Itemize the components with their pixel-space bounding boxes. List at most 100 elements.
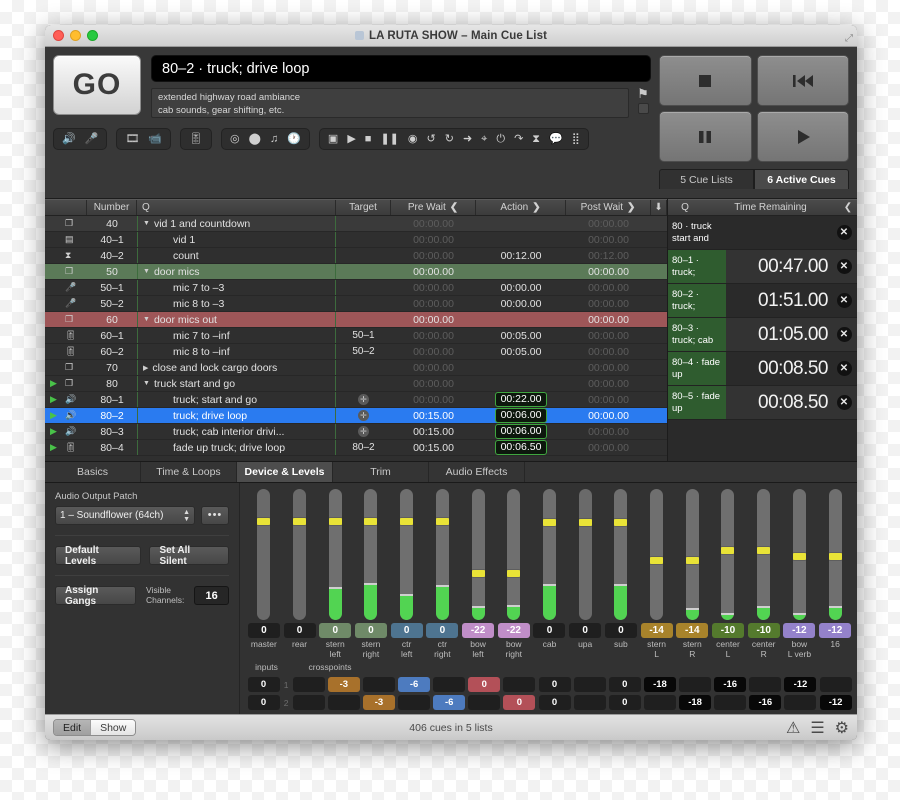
cue-action[interactable]: 00:06.50 xyxy=(476,440,566,455)
stop-cue-icon[interactable]: ✕ xyxy=(837,293,852,308)
fader-track[interactable] xyxy=(721,489,734,620)
cue-post-wait[interactable]: 00:00.00 xyxy=(566,360,651,375)
previous-button[interactable] xyxy=(757,55,850,106)
cue-target[interactable]: ✛ xyxy=(336,392,391,407)
camera-icon[interactable]: 📹 xyxy=(148,134,162,145)
fader-handle[interactable] xyxy=(436,518,449,525)
cue-post-wait[interactable]: 00:00.00 xyxy=(566,440,651,455)
cue-action[interactable]: 00:22.00 xyxy=(476,392,566,407)
cue-row-50[interactable]: ❐50▼door mics00:00.0000:00.00 xyxy=(45,264,667,280)
cue-action[interactable] xyxy=(476,312,566,327)
crosspoint-cell[interactable] xyxy=(502,677,537,692)
fader-level-value[interactable]: 0 xyxy=(319,623,351,638)
fader-level-value[interactable]: 0 xyxy=(391,623,423,638)
cue-post-wait[interactable]: 00:00.00 xyxy=(566,344,651,359)
cue-target[interactable]: 50–1 xyxy=(336,328,391,343)
cue-row-60-1[interactable]: 🎚60–1mic 7 to –inf50–100:00.0000:05.0000… xyxy=(45,328,667,344)
clock-icon[interactable]: 🕐 xyxy=(287,134,301,145)
cue-post-wait[interactable]: 00:00.00 xyxy=(566,376,651,391)
cue-row-80-3[interactable]: ▶🔊80–3truck; cab interior drivi...✛00:15… xyxy=(45,424,667,440)
fader-level-value[interactable]: -12 xyxy=(819,623,851,638)
speaker-icon[interactable]: 🔊 xyxy=(62,134,76,145)
resize-grip-icon[interactable]: ⤢ xyxy=(845,33,853,44)
cue-target[interactable] xyxy=(336,312,391,327)
fader-handle[interactable] xyxy=(507,570,520,577)
fader-handle[interactable] xyxy=(543,519,556,526)
col-header-icon[interactable] xyxy=(45,200,87,215)
cue-row-60[interactable]: ❐60▼door mics out00:00.0000:00.00 xyxy=(45,312,667,328)
stop-cue-icon[interactable]: ✕ xyxy=(837,395,852,410)
crosspoint-cell[interactable]: 0 xyxy=(246,677,281,692)
cue-target[interactable]: 50–2 xyxy=(336,344,391,359)
cue-target[interactable] xyxy=(336,280,391,295)
fader-level-value[interactable]: -14 xyxy=(676,623,708,638)
crosspoint-cell[interactable] xyxy=(818,677,853,692)
tab-time-loops[interactable]: Time & Loops xyxy=(141,462,237,482)
cue-row-80-2[interactable]: ▶🔊80–2truck; drive loop✛00:15.0000:06.00… xyxy=(45,408,667,424)
fader-level-value[interactable]: -22 xyxy=(498,623,530,638)
music-icon[interactable]: ♫ xyxy=(270,134,278,145)
crosspoint-cell[interactable] xyxy=(432,677,467,692)
crosspoint-cell[interactable]: -18 xyxy=(642,677,677,692)
fader-level-value[interactable]: -10 xyxy=(712,623,744,638)
active-cue-row[interactable]: 80–2 · truck;01:51.00✕ xyxy=(668,284,857,318)
cue-row-60-2[interactable]: 🎚60–2mic 8 to –inf50–200:00.0000:05.0000… xyxy=(45,344,667,360)
stop-cue-icon[interactable]: ✕ xyxy=(837,361,852,376)
cue-post-wait[interactable]: 00:00.00 xyxy=(566,216,651,231)
cue-target[interactable] xyxy=(336,376,391,391)
cue-name[interactable]: fade up truck; drive loop xyxy=(137,440,336,455)
crosspoint-cell[interactable]: -3 xyxy=(326,677,361,692)
cue-action[interactable]: 00:00.00 xyxy=(476,296,566,311)
fader-track[interactable] xyxy=(400,489,413,620)
cue-target[interactable] xyxy=(336,264,391,279)
cue-post-wait[interactable]: 00:00.00 xyxy=(566,408,651,423)
cue-name[interactable]: ▼truck start and go xyxy=(137,376,336,391)
crosspoint-cell[interactable]: -18 xyxy=(678,695,713,710)
chevron-down-icon[interactable]: ▼ xyxy=(143,380,150,387)
tab-trim[interactable]: Trim xyxy=(333,462,429,482)
tab-basics[interactable]: Basics xyxy=(45,462,141,482)
cue-row-40-2[interactable]: ⧗40–2count00:00.0000:12.0000:12.00 xyxy=(45,248,667,264)
col-header-pre-wait[interactable]: Pre Wait❮ xyxy=(391,200,476,215)
col-header-target[interactable]: Target xyxy=(336,200,391,215)
crosspoint-cell[interactable] xyxy=(467,695,502,710)
cue-name[interactable]: ▼vid 1 and countdown xyxy=(137,216,336,231)
fader-handle[interactable] xyxy=(400,518,413,525)
cue-pre-wait[interactable]: 00:00.00 xyxy=(391,344,476,359)
play-button[interactable] xyxy=(757,111,850,162)
cue-name[interactable]: mic 8 to –inf xyxy=(137,344,336,359)
chevron-down-icon[interactable]: ▼ xyxy=(143,316,150,323)
fader-handle[interactable] xyxy=(793,553,806,560)
fader-track[interactable] xyxy=(579,489,592,620)
pause-button[interactable] xyxy=(659,111,752,162)
active-cue-row[interactable]: 80–3 · truck; cab01:05.00✕ xyxy=(668,318,857,352)
default-levels-button[interactable]: Default Levels xyxy=(55,546,141,565)
cue-name[interactable]: truck; start and go xyxy=(137,392,336,407)
cue-row-40-1[interactable]: ▤40–1vid 100:00.0000:00.00 xyxy=(45,232,667,248)
crosspoint-cell[interactable]: 0 xyxy=(502,695,537,710)
cue-pre-wait[interactable]: 00:00.00 xyxy=(391,360,476,375)
stop-icon[interactable]: ▣ xyxy=(328,134,338,145)
fader-handle[interactable] xyxy=(293,518,306,525)
cue-post-wait[interactable]: 00:00.00 xyxy=(566,392,651,407)
target-disclosure-icon[interactable]: ✛ xyxy=(358,394,369,405)
cue-target[interactable] xyxy=(336,296,391,311)
cue-name[interactable]: truck; cab interior drivi... xyxy=(137,424,336,439)
cue-name[interactable]: mic 7 to –3 xyxy=(137,280,336,295)
tab-active-cues[interactable]: 6 Active Cues xyxy=(754,169,849,189)
fader-handle[interactable] xyxy=(829,553,842,560)
cue-name[interactable]: ▼door mics xyxy=(137,264,336,279)
crosspoint-cell[interactable]: -12 xyxy=(818,695,853,710)
crosspoint-cell[interactable]: 0 xyxy=(607,677,642,692)
crosspoint-cell[interactable] xyxy=(678,677,713,692)
fader-handle[interactable] xyxy=(472,570,485,577)
fade-icon[interactable]: 🎚 xyxy=(189,134,203,145)
target-disclosure-icon[interactable]: ✛ xyxy=(358,426,369,437)
cue-action[interactable] xyxy=(476,360,566,375)
cue-row-80-1[interactable]: ▶🔊80–1truck; start and go✛00:00.0000:22.… xyxy=(45,392,667,408)
fader-track[interactable] xyxy=(472,489,485,620)
set-all-silent-button[interactable]: Set All Silent xyxy=(149,546,229,565)
fader-level-value[interactable]: -22 xyxy=(462,623,494,638)
cue-pre-wait[interactable]: 00:15.00 xyxy=(391,440,476,455)
cue-row-70[interactable]: ❐70▶close and lock cargo doors00:00.0000… xyxy=(45,360,667,376)
